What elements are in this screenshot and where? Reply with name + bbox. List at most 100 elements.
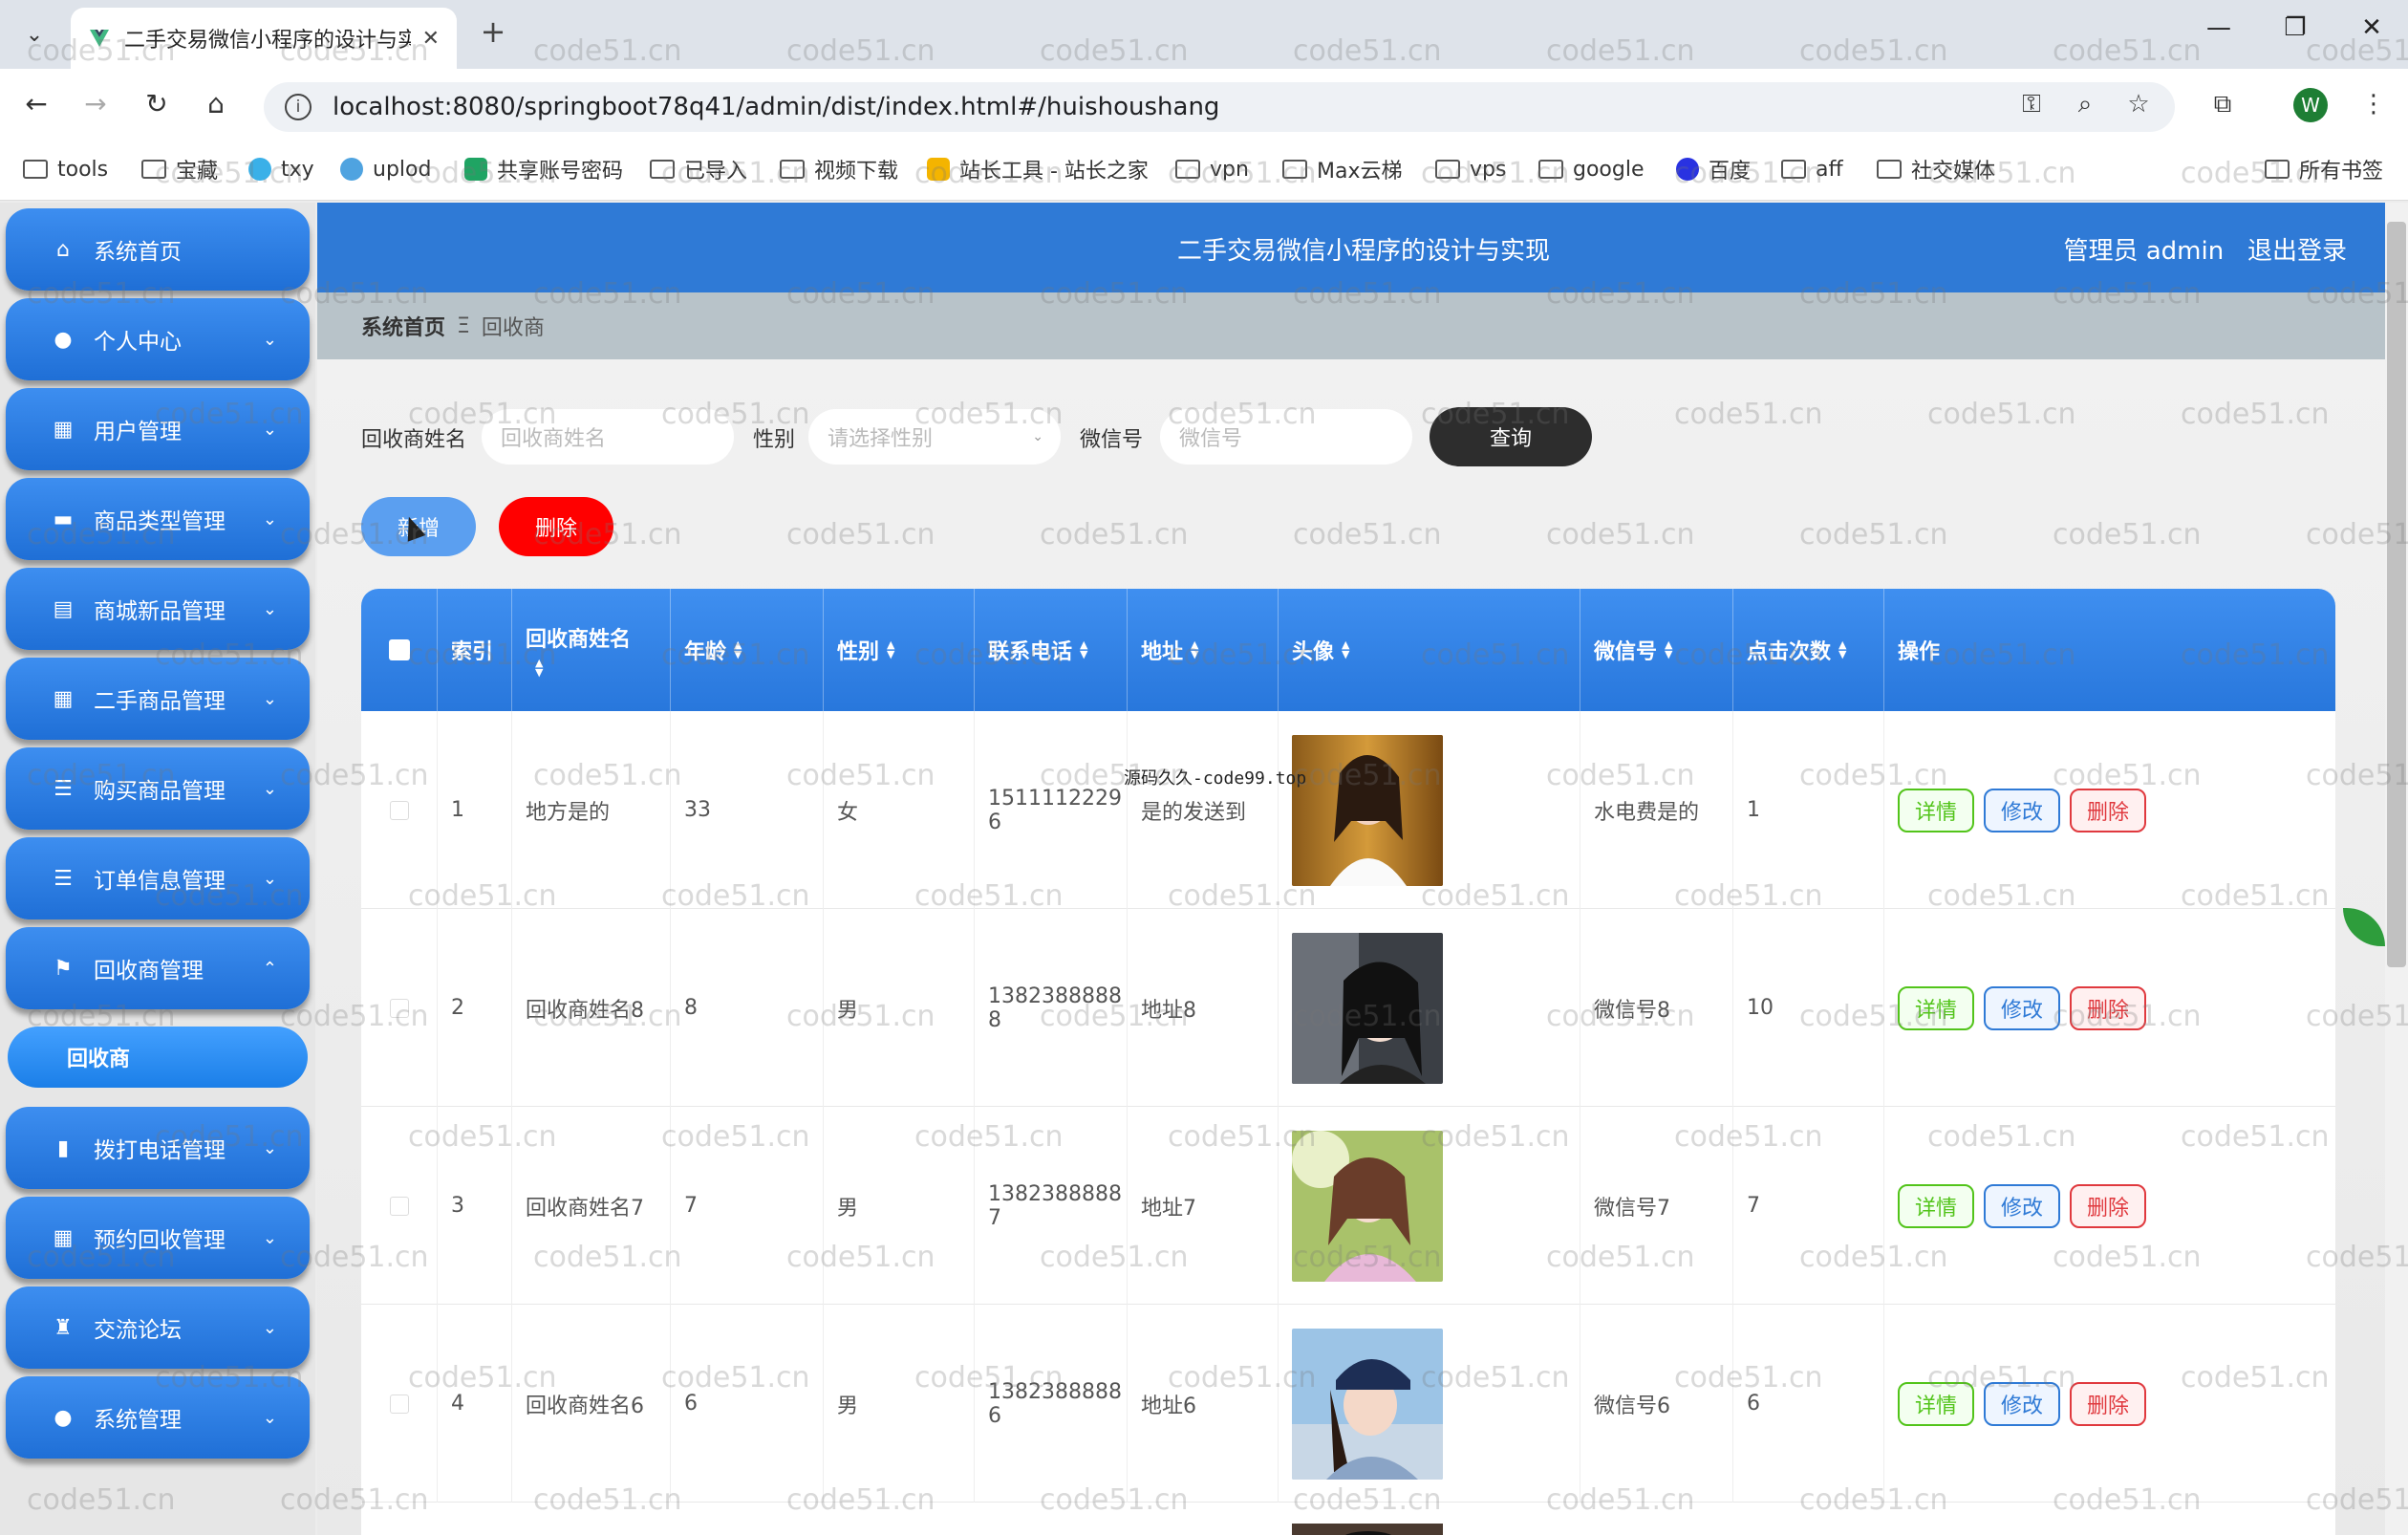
- bookmark-video-download[interactable]: 视频下载: [780, 155, 898, 184]
- cell-phone: 1382388888 7: [975, 1107, 1128, 1305]
- detail-button[interactable]: 详情: [1898, 1183, 1974, 1228]
- batch-delete-button[interactable]: 删除: [499, 497, 613, 556]
- browser-tab[interactable]: 二手交易微信小程序的设计与实 ✕: [71, 8, 457, 69]
- detail-button[interactable]: 详情: [1898, 985, 1974, 1030]
- chevron-down-icon: ⌄: [1032, 429, 1043, 444]
- edit-button[interactable]: 修改: [1984, 788, 2060, 832]
- header-phone[interactable]: 联系电话 ▲ ▼: [975, 589, 1128, 711]
- bookmark-vps[interactable]: vps: [1435, 155, 1506, 184]
- bookmark-txy[interactable]: txy: [248, 155, 314, 184]
- delete-button[interactable]: 删除: [2070, 1381, 2146, 1426]
- bookmark-uplod[interactable]: uplod: [340, 155, 431, 184]
- browser-menu-icon[interactable]: ⋮: [2354, 90, 2393, 119]
- url-field[interactable]: i localhost:8080/springboot78q41/admin/d…: [264, 82, 2175, 132]
- sidebar-item-orders[interactable]: ☰ 订单信息管理 ⌄: [6, 837, 310, 919]
- forward-icon[interactable]: →: [76, 88, 115, 119]
- chart-icon: ▮: [56, 1135, 70, 1160]
- bookmark-social[interactable]: 社交媒体: [1877, 155, 1995, 184]
- avatar-photo: [1292, 734, 1443, 886]
- bookmark-aff[interactable]: aff: [1781, 155, 1843, 184]
- sidebar-item-appointments[interactable]: ▦ 预约回收管理 ⌄: [6, 1197, 310, 1279]
- password-key-icon[interactable]: ⚿: [2012, 90, 2051, 119]
- table-row: 1 地方是的 33 女 1511112229 6 是的发送到 水电费是的 1 详情…: [361, 711, 2335, 909]
- row-checkbox[interactable]: [361, 1107, 438, 1305]
- table-row: 4 回收商姓名6 6 男 1382388888 6 地址6 微信号6 6 详情 修…: [361, 1305, 2335, 1503]
- bookmark-shared-accounts[interactable]: 共享账号密码: [464, 155, 623, 184]
- folder-icon: [23, 160, 48, 179]
- edit-button[interactable]: 修改: [1984, 1183, 2060, 1228]
- cell-avatar: [1279, 1305, 1580, 1503]
- query-button[interactable]: 查询: [1430, 407, 1592, 466]
- restore-icon[interactable]: ❐: [2276, 13, 2314, 42]
- bookmark-baozang[interactable]: 宝藏: [141, 155, 218, 184]
- minimize-icon[interactable]: —: [2200, 13, 2238, 42]
- bookmark-imported[interactable]: 已导入: [650, 155, 747, 184]
- edit-button[interactable]: 修改: [1984, 1381, 2060, 1426]
- bookmark-google[interactable]: google: [1538, 155, 1645, 184]
- tab-search-icon[interactable]: ⌄: [13, 13, 55, 55]
- all-bookmarks[interactable]: 所有书签: [2265, 155, 2383, 184]
- name-search-input[interactable]: 回收商姓名: [482, 409, 734, 465]
- sidebar-item-categories[interactable]: ▬ 商品类型管理 ⌄: [6, 478, 310, 560]
- bookmark-chinaz[interactable]: 站长工具 - 站长之家: [927, 155, 1149, 184]
- row-checkbox[interactable]: [361, 909, 438, 1107]
- sidebar-item-recyclers[interactable]: ⚑ 回收商管理 ⌃: [6, 927, 310, 1009]
- header-clicks[interactable]: 点击次数 ▲ ▼: [1733, 589, 1884, 711]
- delete-button[interactable]: 删除: [2070, 788, 2146, 832]
- folder-icon: [1877, 160, 1902, 179]
- bookmark-tools[interactable]: tools: [23, 155, 108, 184]
- home-icon[interactable]: ⌂: [197, 88, 235, 119]
- new-tab-icon[interactable]: +: [472, 13, 514, 50]
- sidebar-item-forum[interactable]: ♜ 交流论坛 ⌄: [6, 1286, 310, 1369]
- detail-button[interactable]: 详情: [1898, 788, 1974, 832]
- chevron-down-icon: ⌄: [262, 688, 277, 709]
- avatar-photo: [1292, 1524, 1443, 1535]
- delete-button[interactable]: 删除: [2070, 1183, 2146, 1228]
- sidebar-subitem-recycler[interactable]: 回收商: [8, 1027, 308, 1088]
- detail-button[interactable]: 详情: [1898, 1381, 1974, 1426]
- sidebar-item-new-products[interactable]: ▤ 商城新品管理 ⌄: [6, 568, 310, 650]
- header-address[interactable]: 地址 ▲ ▼: [1128, 589, 1279, 711]
- header-wechat[interactable]: 微信号 ▲ ▼: [1580, 589, 1733, 711]
- sidebar-item-personal[interactable]: ● 个人中心 ⌄: [6, 298, 310, 380]
- row-checkbox[interactable]: [361, 1305, 438, 1503]
- cell-phone: 1382388888 8: [975, 909, 1128, 1107]
- header-gender[interactable]: 性别 ▲ ▼: [824, 589, 975, 711]
- profile-avatar[interactable]: W: [2293, 88, 2328, 122]
- extensions-icon[interactable]: ⧉: [2204, 90, 2242, 119]
- zoom-icon[interactable]: ⌕: [2066, 90, 2104, 119]
- header-age[interactable]: 年龄 ▲ ▼: [671, 589, 824, 711]
- name-label: 回收商姓名: [361, 428, 467, 452]
- back-icon[interactable]: ←: [17, 88, 55, 119]
- sidebar-item-calls[interactable]: ▮ 拨打电话管理 ⌄: [6, 1107, 310, 1189]
- sidebar-item-second-hand[interactable]: ▦ 二手商品管理 ⌄: [6, 658, 310, 740]
- delete-button[interactable]: 删除: [2070, 985, 2146, 1030]
- header-avatar[interactable]: 头像 ▲ ▼: [1279, 589, 1580, 711]
- row-checkbox[interactable]: [361, 711, 438, 909]
- reload-icon[interactable]: ↻: [138, 88, 176, 119]
- breadcrumb-home[interactable]: 系统首页: [361, 311, 445, 341]
- gender-select[interactable]: 请选择性别 ⌄: [808, 409, 1061, 465]
- sidebar-item-users[interactable]: ▦ 用户管理 ⌄: [6, 388, 310, 470]
- wechat-search-input[interactable]: 微信号: [1160, 409, 1412, 465]
- scrollbar-thumb[interactable]: [2387, 222, 2406, 967]
- chevron-down-icon: ⌄: [262, 1317, 277, 1338]
- sidebar-item-purchases[interactable]: ☰ 购买商品管理 ⌄: [6, 747, 310, 830]
- tab-close-icon[interactable]: ✕: [422, 27, 440, 51]
- cell-address: 地址7: [1128, 1107, 1279, 1305]
- bookmark-baidu[interactable]: 百度: [1676, 155, 1751, 184]
- folder-icon: [2265, 160, 2290, 179]
- folder-icon: [1435, 160, 1460, 179]
- site-info-icon[interactable]: i: [285, 94, 312, 120]
- bookmark-star-icon[interactable]: ☆: [2119, 90, 2158, 119]
- close-window-icon[interactable]: ✕: [2353, 13, 2391, 42]
- edit-button[interactable]: 修改: [1984, 985, 2060, 1030]
- select-all-checkbox[interactable]: [361, 589, 438, 711]
- bookmark-vpn[interactable]: vpn: [1175, 155, 1249, 184]
- header-name[interactable]: 回收商姓名 ▲ ▼: [512, 589, 671, 711]
- cell-index: 2: [438, 909, 512, 1107]
- sidebar-item-system[interactable]: ● 系统管理 ⌄: [6, 1376, 310, 1459]
- logout-link[interactable]: 退出登录: [2247, 237, 2347, 266]
- sidebar-item-home[interactable]: ⌂ 系统首页: [6, 208, 310, 291]
- bookmark-max[interactable]: Max云梯: [1282, 155, 1402, 184]
